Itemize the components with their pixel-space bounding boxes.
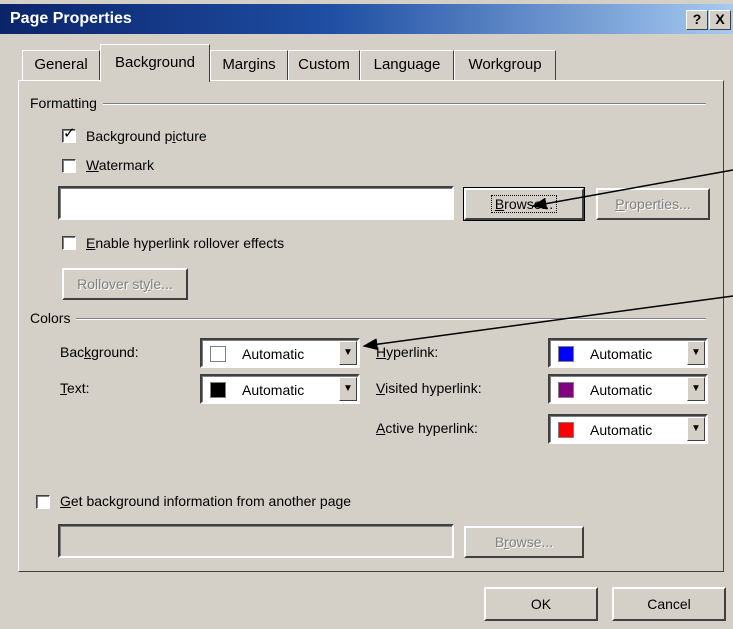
chevron-down-icon[interactable]: ▼ — [339, 341, 357, 365]
rollover-style-button[interactable]: Rollover style... — [62, 268, 188, 300]
background-color-swatch — [210, 346, 226, 362]
active-hyperlink-color-dropdown[interactable]: Automatic ▼ — [548, 414, 708, 444]
chevron-down-icon[interactable]: ▼ — [687, 417, 705, 441]
help-button[interactable]: ? — [686, 10, 708, 30]
hyperlink-color-dropdown[interactable]: Automatic ▼ — [548, 338, 708, 368]
tab-margins[interactable]: Margins — [210, 50, 288, 80]
cancel-button[interactable]: Cancel — [612, 587, 726, 621]
tab-general[interactable]: General — [22, 50, 100, 80]
hyperlink-color-swatch — [558, 346, 574, 362]
text-color-value: Automatic — [242, 382, 305, 398]
background-color-label: Background: — [60, 344, 139, 360]
check-icon: ✓ — [63, 125, 76, 142]
background-picture-label: Background picture — [86, 128, 207, 144]
chevron-down-icon[interactable]: ▼ — [687, 341, 705, 365]
background-picture-path-input[interactable] — [58, 186, 454, 220]
browse-other-page-button[interactable]: Browse... — [464, 526, 584, 558]
browse-picture-button[interactable]: Browse... — [463, 187, 585, 221]
text-color-swatch — [210, 382, 226, 398]
window-title: Page Properties — [10, 10, 132, 27]
visited-hyperlink-color-dropdown[interactable]: Automatic ▼ — [548, 374, 708, 404]
tab-language[interactable]: Language — [360, 50, 454, 80]
tab-background[interactable]: Background — [100, 44, 210, 82]
title-bar[interactable]: Page Properties ? X — [0, 4, 733, 34]
tab-workgroup[interactable]: Workgroup — [454, 50, 556, 80]
watermark-label: Watermark — [86, 157, 154, 173]
other-page-checkbox[interactable] — [36, 495, 50, 509]
rollover-effects-checkbox[interactable] — [62, 236, 76, 250]
background-color-value: Automatic — [242, 346, 305, 362]
rollover-effects-label: Enable hyperlink rollover effects — [86, 235, 285, 251]
active-hyperlink-color-label: Active hyperlink: — [376, 420, 478, 436]
chevron-down-icon[interactable]: ▼ — [687, 377, 705, 401]
other-page-label: Get background information from another … — [60, 493, 352, 509]
colors-divider — [30, 318, 706, 320]
hyperlink-color-value: Automatic — [590, 346, 653, 362]
page-properties-dialog: Page Properties ? X General Background M… — [0, 0, 733, 629]
visited-hyperlink-color-swatch — [558, 382, 574, 398]
formatting-divider — [30, 103, 706, 105]
text-color-dropdown[interactable]: Automatic ▼ — [200, 374, 360, 404]
active-hyperlink-color-value: Automatic — [590, 422, 653, 438]
formatting-group-label: Formatting — [30, 95, 103, 111]
visited-hyperlink-color-value: Automatic — [590, 382, 653, 398]
close-button[interactable]: X — [709, 10, 731, 30]
tab-custom[interactable]: Custom — [288, 50, 360, 80]
other-page-path-input[interactable] — [58, 524, 454, 558]
background-picture-checkbox[interactable]: ✓ — [62, 125, 76, 143]
visited-hyperlink-color-label: Visited hyperlink: — [376, 380, 482, 396]
chevron-down-icon[interactable]: ▼ — [339, 377, 357, 401]
ok-button[interactable]: OK — [484, 587, 598, 621]
watermark-checkbox[interactable] — [62, 159, 76, 173]
text-color-label: Text: — [60, 380, 90, 396]
hyperlink-color-label: Hyperlink: — [376, 344, 439, 360]
active-hyperlink-color-swatch — [558, 422, 574, 438]
background-color-dropdown[interactable]: Automatic ▼ — [200, 338, 360, 368]
colors-group-label: Colors — [30, 310, 77, 326]
properties-button[interactable]: Properties... — [596, 188, 710, 220]
